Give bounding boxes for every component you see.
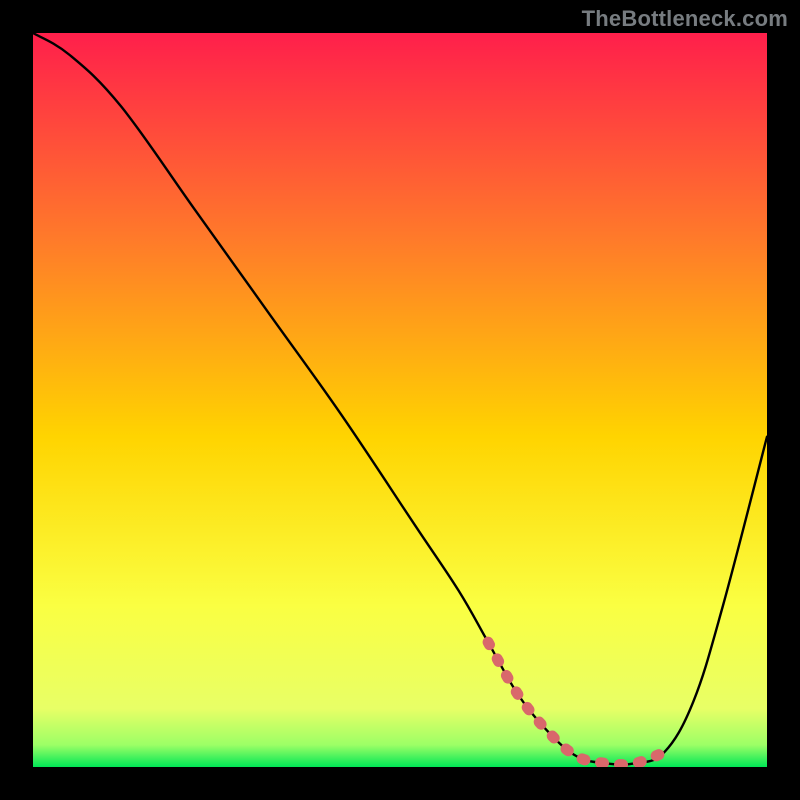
plot-svg [33,33,767,767]
plot-area [33,33,767,767]
chart-stage: TheBottleneck.com [0,0,800,800]
gradient-background [33,33,767,767]
attribution-text: TheBottleneck.com [582,6,788,32]
